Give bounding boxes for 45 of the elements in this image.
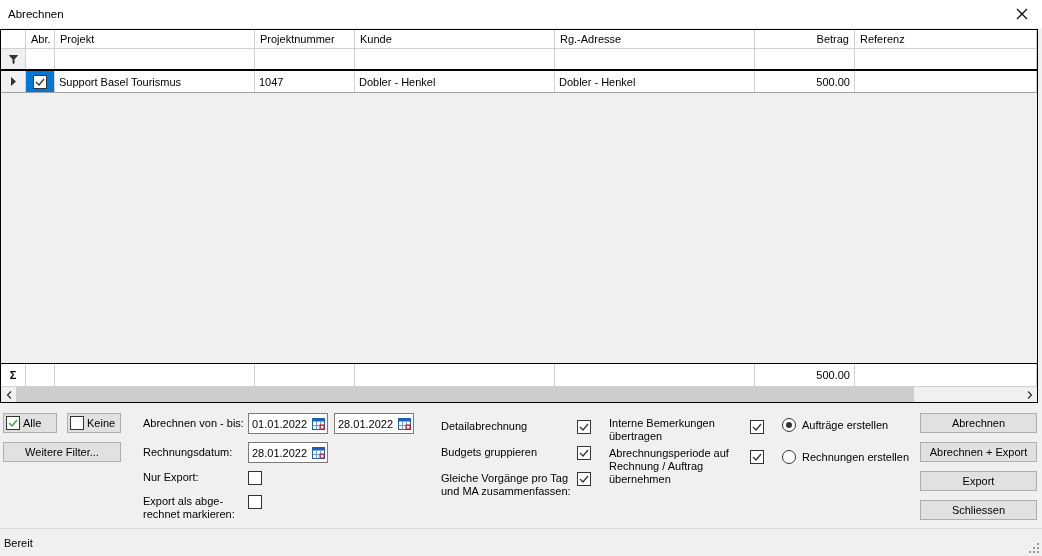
radio-button[interactable] (782, 450, 796, 464)
option-label: Gleiche Vorgänge pro Tag und MA zusammenfassen: (441, 472, 572, 498)
filter-button[interactable]: Weitere Filter... (3, 442, 121, 462)
radio-button[interactable] (782, 418, 796, 432)
checkbox[interactable] (577, 446, 591, 460)
option-label: Interne Bemerkungen übertragen (609, 417, 716, 443)
date-field[interactable]: 28.01.2022 (248, 442, 328, 463)
resize-grip-icon[interactable] (1029, 543, 1039, 553)
status-text: Bereit (4, 536, 33, 549)
option-label: Detailabrechnung (441, 420, 529, 434)
toggle-button[interactable]: Alle (3, 413, 57, 433)
action-button[interactable]: Abrechnen + Export (920, 442, 1037, 462)
checkbox[interactable] (6, 416, 20, 430)
action-button[interactable]: Export (920, 471, 1037, 491)
action-button[interactable]: Abrechnen (920, 413, 1037, 433)
sum-symbol: Σ (9, 369, 17, 381)
calendar-icon[interactable] (312, 446, 325, 459)
date-field[interactable]: 01.01.2022 (248, 413, 328, 434)
checkbox[interactable] (33, 74, 47, 89)
field-label: Rechnungsdatum: (143, 446, 234, 459)
option-label: Abrechnungsperiode auf Rechnung / Auftrag übernehmen (609, 447, 730, 486)
checkbox[interactable] (750, 420, 764, 434)
window-title: Abrechnen (8, 8, 64, 20)
checkbox[interactable] (577, 472, 591, 486)
calendar-icon[interactable] (398, 417, 411, 430)
field-label: Abrechnen von - bis: (143, 417, 245, 430)
option-label: Budgets gruppieren (441, 446, 538, 460)
checkbox[interactable] (248, 471, 262, 485)
checkbox[interactable] (750, 450, 764, 464)
date-field[interactable]: 28.01.2022 (334, 413, 414, 434)
radio-option[interactable]: Aufträge erstellen (782, 418, 910, 432)
option-label: Nur Export: (143, 471, 200, 485)
row-cell[interactable] (26, 71, 55, 92)
filter-icon[interactable] (8, 54, 18, 64)
toggle-button[interactable]: Keine (67, 413, 121, 433)
action-button[interactable]: Schliessen (920, 500, 1037, 520)
option-label: Export als abge- rechnet markieren: (143, 495, 236, 521)
checkbox[interactable] (577, 420, 591, 434)
close-icon[interactable] (1016, 8, 1028, 20)
toggle-label: Keine (87, 417, 116, 429)
checkbox[interactable] (70, 416, 84, 430)
radio-option[interactable]: Rechnungen erstellen (782, 450, 910, 464)
calendar-icon[interactable] (312, 417, 325, 430)
checkbox[interactable] (248, 495, 262, 509)
toggle-label: Alle (23, 417, 42, 429)
